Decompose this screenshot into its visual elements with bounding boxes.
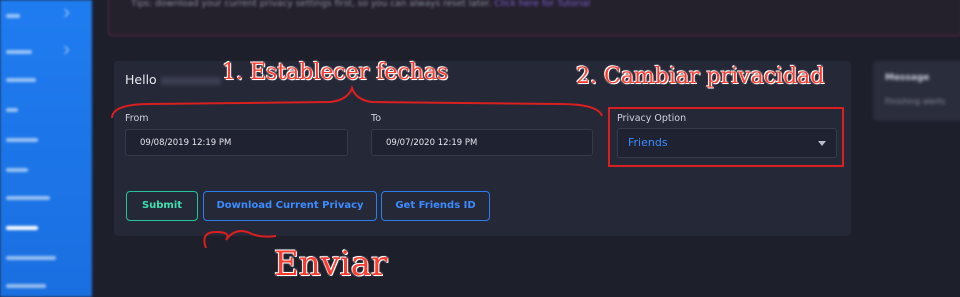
chevron-icon[interactable] <box>60 8 70 18</box>
annotation-step2: 2. Cambiar privacidad <box>576 64 825 89</box>
download-current-privacy-button[interactable]: Download Current Privacy <box>203 191 377 221</box>
greeting: Hello <box>125 72 221 87</box>
sidebar-item[interactable] <box>6 78 36 82</box>
privacy-highlight-box <box>608 107 844 167</box>
from-date-input[interactable]: 09/08/2019 12:19 PM <box>125 129 348 156</box>
to-date-input[interactable]: 09/07/2020 12:19 PM <box>371 129 593 156</box>
sidebar-item[interactable] <box>6 168 28 172</box>
chevron-icon[interactable] <box>60 45 70 55</box>
sidebar-item[interactable] <box>6 50 32 54</box>
sidebar-item[interactable] <box>6 14 20 18</box>
greeting-text: Hello <box>125 72 157 87</box>
tutorial-link[interactable]: Click here for Tutorial <box>494 0 590 9</box>
get-friends-id-button[interactable]: Get Friends ID <box>381 191 490 221</box>
message-text: Finishing alerts <box>885 97 946 106</box>
message-title: Message <box>885 73 930 83</box>
sidebar-item[interactable] <box>6 138 38 142</box>
sidebar-item[interactable] <box>6 284 46 288</box>
submit-button[interactable]: Submit <box>126 191 198 221</box>
sidebar-item[interactable] <box>6 108 18 112</box>
message-card: Message Finishing alerts <box>873 61 960 121</box>
sidebar <box>0 0 92 297</box>
from-label: From <box>125 113 149 124</box>
username-blurred <box>160 76 221 85</box>
tips-text: Tips: download your current privacy sett… <box>131 0 590 9</box>
tips-message: Tips: download your current privacy sett… <box>131 0 492 9</box>
tips-banner: Tips: download your current privacy sett… <box>108 0 960 36</box>
annotation-step1: 1. Establecer fechas <box>222 60 449 85</box>
sidebar-item[interactable] <box>6 256 56 260</box>
to-label: To <box>371 113 382 124</box>
sidebar-item-active[interactable] <box>6 226 38 230</box>
annotation-send: Enviar <box>274 244 388 284</box>
sidebar-item[interactable] <box>6 196 50 200</box>
